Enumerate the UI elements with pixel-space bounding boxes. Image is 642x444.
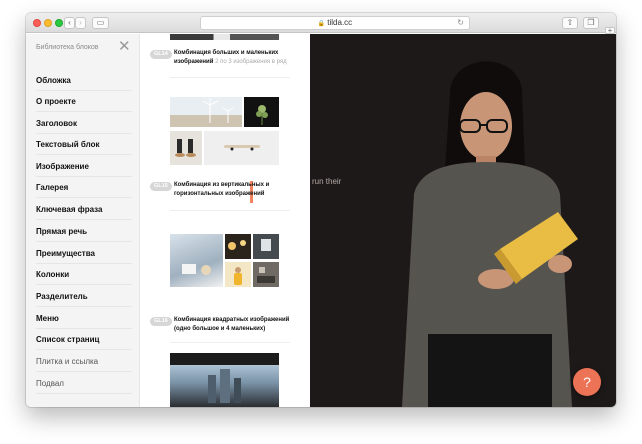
- block-caption[interactable]: Комбинация квадратных изображений (одно …: [174, 316, 306, 334]
- tabs-icon[interactable]: ❐: [583, 17, 599, 29]
- block-thumbnail[interactable]: [244, 97, 279, 127]
- block-thumbnail[interactable]: [204, 131, 279, 165]
- block-subtitle: 2 по 3 изображения в ряд: [215, 59, 287, 65]
- desk-image: [182, 264, 211, 275]
- person-yellow-image: [234, 267, 242, 285]
- block-thumbnail[interactable]: [170, 34, 279, 40]
- block-thumbnail[interactable]: [253, 262, 279, 287]
- wind-turbines-image: [202, 98, 234, 123]
- block-separator: [170, 342, 290, 343]
- lock-icon: 🔒: [317, 21, 326, 27]
- address-bar[interactable]: 🔒 tilda.cc ↻: [200, 16, 470, 30]
- sidebar-item-gallery[interactable]: Галерея: [36, 178, 132, 198]
- block-thumbnail[interactable]: [225, 262, 251, 287]
- sidebar-item-quote[interactable]: Прямая речь: [36, 222, 132, 242]
- sidebar-item-menu[interactable]: Меню: [36, 309, 132, 329]
- sidebar-item-heading[interactable]: Заголовок: [36, 114, 132, 134]
- woman-reading-photo: [402, 61, 578, 407]
- help-button[interactable]: ?: [573, 368, 601, 396]
- block-thumbnail[interactable]: [225, 234, 251, 259]
- block-code-badge: GL15: [150, 182, 172, 191]
- sidebar-item-page-list[interactable]: Список страниц: [36, 330, 132, 350]
- block-separator: [170, 210, 290, 211]
- room-image: [257, 267, 275, 283]
- block-thumbnail[interactable]: [170, 131, 202, 165]
- sidebar-item-columns[interactable]: Колонки: [36, 265, 132, 285]
- close-icon[interactable]: ✕: [118, 39, 131, 55]
- reload-icon[interactable]: ↻: [457, 17, 464, 29]
- interior-image: [261, 239, 271, 251]
- sidebar-item-cover[interactable]: Обложка: [36, 71, 132, 91]
- sidebar-item-about[interactable]: О проекте: [36, 92, 132, 112]
- block-code-badge: GL16: [150, 317, 172, 326]
- maximize-window-icon[interactable]: [55, 19, 63, 27]
- block-title: Комбинация из вертикальных и горизонталь…: [174, 182, 270, 197]
- url-text: tilda.cc: [327, 18, 353, 27]
- minimize-window-icon[interactable]: [44, 19, 52, 27]
- back-icon[interactable]: ‹: [64, 17, 75, 29]
- sidebar-item-tiles[interactable]: Плитка и ссылка: [36, 352, 132, 372]
- lamps-image: [228, 240, 246, 250]
- city-buildings-image: [170, 353, 279, 403]
- block-thumbnail[interactable]: [253, 234, 279, 259]
- hero-image: run their: [310, 34, 616, 407]
- sidebar-toggle-icon[interactable]: ▭: [92, 17, 109, 29]
- block-thumbnail[interactable]: [170, 353, 279, 407]
- shoes-image: [175, 139, 196, 157]
- sidebar-item-image[interactable]: Изображение: [36, 157, 132, 177]
- block-preview-list: GL14 Комбинация больших и маленьких изоб…: [140, 34, 310, 407]
- sidebar-item-key-phrase[interactable]: Ключевая фраза: [36, 200, 132, 220]
- block-separator: [170, 77, 290, 78]
- forward-icon[interactable]: ›: [75, 17, 86, 29]
- block-title: Комбинация квадратных изображений (одно …: [174, 317, 290, 332]
- browser-titlebar: ‹ › ▭ 🔒 tilda.cc ↻ ⇧ ❐ +: [26, 13, 616, 35]
- block-library-sidebar: Библиотека блоков ✕ Обложка О проекте За…: [26, 34, 140, 407]
- plant-image: [256, 105, 268, 125]
- sidebar-item-divider[interactable]: Разделитель: [36, 287, 132, 307]
- page-content: Библиотека блоков ✕ Обложка О проекте За…: [26, 34, 616, 407]
- skateboard-image: [224, 145, 260, 151]
- block-caption[interactable]: Комбинация из вертикальных и горизонталь…: [174, 181, 284, 199]
- browser-window: ‹ › ▭ 🔒 tilda.cc ↻ ⇧ ❐ + Библиотека блоко…: [26, 13, 616, 407]
- close-window-icon[interactable]: [33, 19, 41, 27]
- new-tab-icon[interactable]: +: [605, 27, 615, 35]
- sidebar-title: Библиотека блоков: [36, 44, 99, 51]
- share-icon[interactable]: ⇧: [562, 17, 578, 29]
- block-thumbnail[interactable]: [170, 234, 223, 287]
- sidebar-item-text-block[interactable]: Текстовый блок: [36, 135, 132, 155]
- sidebar-item-features[interactable]: Преимущества: [36, 244, 132, 264]
- block-code-badge: GL14: [150, 50, 172, 59]
- block-caption[interactable]: Комбинация больших и маленьких изображен…: [174, 49, 304, 67]
- sidebar-item-footer[interactable]: Подвал: [36, 374, 132, 394]
- block-thumbnail[interactable]: [170, 97, 242, 127]
